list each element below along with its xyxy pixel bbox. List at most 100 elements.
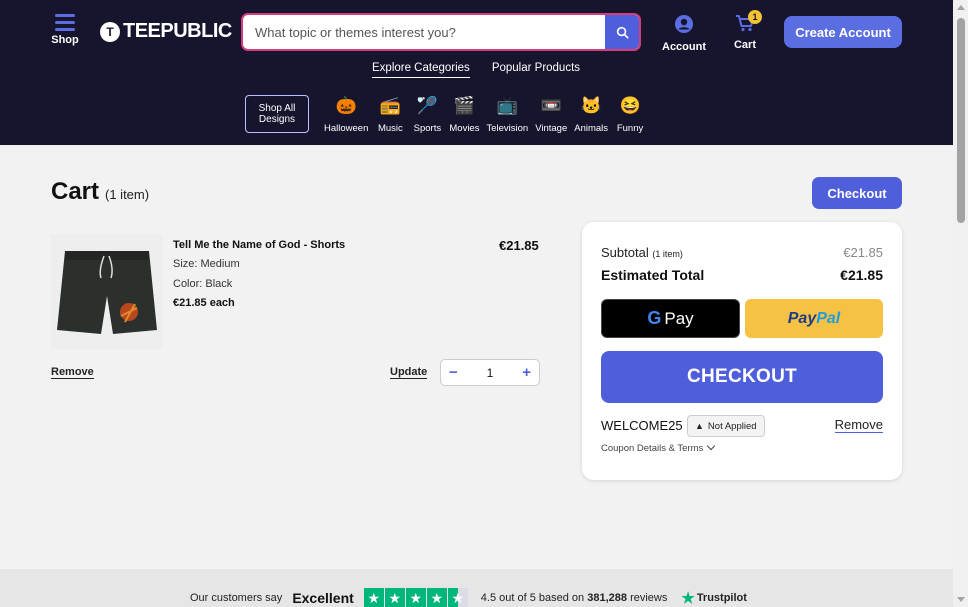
star-icon: ★ — [384, 588, 405, 607]
trust-rating-text: 4.5 out of 5 based on 381,288 reviews — [481, 592, 668, 604]
paypal-logo-part1: Pay — [787, 309, 817, 327]
order-summary: Subtotal (1 item) €21.85 Estimated Total… — [582, 222, 902, 480]
coupon-terms-toggle[interactable]: Coupon Details & Terms — [601, 441, 716, 454]
decrease-quantity-button[interactable]: − — [449, 364, 458, 381]
category-sports[interactable]: 🏸 Sports — [412, 92, 442, 134]
star-icon: ★ — [426, 588, 447, 607]
category-label: Television — [486, 123, 529, 134]
product-image[interactable] — [51, 234, 163, 349]
increase-quantity-button[interactable]: + — [522, 364, 531, 381]
logo-tshirt-icon: T — [100, 21, 120, 42]
scroll-down-arrow-icon[interactable] — [957, 597, 965, 602]
google-pay-button[interactable]: G Pay — [601, 299, 740, 338]
cart-count-badge: 1 — [748, 10, 762, 24]
estimated-total-value: €21.85 — [840, 267, 883, 283]
site-header: Shop T TEEPUBLIC Account 1 Cart Create A… — [0, 0, 953, 145]
coupon-status-text: Not Applied — [707, 420, 757, 432]
coupon-status-badge: ▲ Not Applied — [687, 415, 765, 437]
quantity-stepper: − 1 + — [440, 359, 540, 386]
review-count: 381,288 — [587, 592, 627, 604]
subtotal-count: (1 item) — [652, 249, 683, 259]
coupon-code: WELCOME25 — [601, 418, 683, 433]
cart-label: Cart — [733, 39, 756, 51]
category-television[interactable]: 📺 Television — [486, 92, 528, 134]
reviews-word: reviews — [630, 592, 668, 604]
category-label: Animals — [574, 123, 609, 134]
product-size: Size: Medium — [173, 258, 240, 270]
google-g-icon: G — [647, 308, 662, 328]
account-button[interactable]: Account — [660, 14, 708, 53]
remove-item-link[interactable]: Remove — [51, 366, 94, 379]
cart-button[interactable]: 1 Cart — [730, 10, 762, 51]
create-account-button[interactable]: Create Account — [784, 16, 902, 48]
page-scrollbar[interactable] — [953, 0, 968, 607]
nav-tabs: Explore Categories Popular Products — [372, 62, 580, 78]
half-star-icon: ★ — [447, 588, 468, 607]
category-label: Vintage — [535, 123, 568, 134]
trustpilot-star-icon: ★ — [681, 590, 695, 607]
page-title: Cart — [51, 178, 100, 205]
paypal-button[interactable]: Pay Pal — [745, 299, 883, 338]
product-name[interactable]: Tell Me the Name of God - Shorts — [173, 239, 345, 251]
rating-summary: 4.5 out of 5 based on — [480, 592, 585, 604]
tab-popular-products[interactable]: Popular Products — [492, 62, 580, 78]
search-icon — [616, 26, 628, 38]
trust-say-text: Our customers say — [190, 592, 283, 604]
category-animals[interactable]: 🐱 Animals — [574, 92, 608, 134]
tab-explore-categories[interactable]: Explore Categories — [372, 62, 470, 78]
search-bar — [241, 13, 641, 51]
category-label: Halloween — [324, 123, 369, 134]
trustpilot-logo[interactable]: ★ Trustpilot — [681, 589, 747, 607]
category-music[interactable]: 📻 Music — [375, 92, 405, 134]
google-pay-label: Pay — [664, 308, 694, 328]
scroll-up-arrow-icon[interactable] — [957, 5, 965, 10]
remove-coupon-link[interactable]: Remove — [834, 417, 883, 433]
clapperboard-icon: 🎬 — [453, 96, 475, 115]
pumpkin-icon: 🎃 — [335, 96, 357, 115]
account-label: Account — [662, 41, 706, 53]
cassette-icon: 📼 — [540, 96, 562, 115]
cart-item-count: (1 item) — [105, 187, 150, 202]
rating-stars: ★ ★ ★ ★ ★ — [363, 588, 469, 607]
star-icon: ★ — [363, 588, 384, 607]
category-label: Funny — [616, 123, 644, 134]
trustpilot-bar: Our customers say Excellent ★ ★ ★ ★ ★ 4.… — [0, 569, 953, 607]
shop-menu-button[interactable]: Shop — [50, 14, 80, 46]
search-input[interactable] — [255, 15, 595, 49]
category-vintage[interactable]: 📼 Vintage — [535, 92, 567, 134]
shop-all-designs-button[interactable]: Shop All Designs — [245, 95, 309, 133]
trustpilot-widget[interactable]: Our customers say Excellent ★ ★ ★ ★ ★ 4.… — [190, 588, 747, 607]
teepublic-logo[interactable]: T TEEPUBLIC — [100, 20, 232, 43]
trust-excellent-text: Excellent — [292, 590, 354, 606]
trustpilot-brand: Trustpilot — [696, 592, 747, 604]
subtotal-label: Subtotal (1 item) — [601, 245, 683, 260]
search-button[interactable] — [605, 15, 639, 49]
laughing-face-icon: 😆 — [619, 96, 641, 115]
scroll-thumb[interactable] — [957, 18, 965, 223]
checkout-button[interactable]: CHECKOUT — [601, 351, 883, 403]
category-halloween[interactable]: 🎃 Halloween — [324, 92, 368, 134]
estimated-total-label: Estimated Total — [601, 267, 705, 283]
warning-icon: ▲ — [695, 421, 704, 431]
coupon-terms-label: Coupon Details & Terms — [601, 443, 704, 454]
quantity-value[interactable]: 1 — [487, 366, 494, 380]
checkout-button-top[interactable]: Checkout — [812, 177, 902, 209]
category-funny[interactable]: 😆 Funny — [615, 92, 645, 134]
category-movies[interactable]: 🎬 Movies — [449, 92, 479, 134]
category-label: Sports — [413, 123, 442, 134]
cat-icon: 🐱 — [580, 96, 602, 115]
star-icon: ★ — [405, 588, 426, 607]
product-unit-price: €21.85 each — [173, 297, 235, 309]
shop-label: Shop — [51, 34, 79, 46]
category-label: Music — [377, 123, 403, 134]
racket-icon: 🏸 — [416, 96, 438, 115]
hamburger-icon — [55, 14, 75, 31]
shorts-image — [57, 251, 157, 334]
subtotal-text: Subtotal — [601, 245, 649, 260]
category-label: Movies — [449, 123, 480, 134]
paypal-logo-part2: Pal — [816, 309, 841, 327]
boombox-icon: 📻 — [379, 96, 401, 115]
update-quantity-link[interactable]: Update — [390, 366, 428, 379]
user-icon — [675, 15, 693, 33]
chevron-down-icon — [707, 441, 716, 451]
